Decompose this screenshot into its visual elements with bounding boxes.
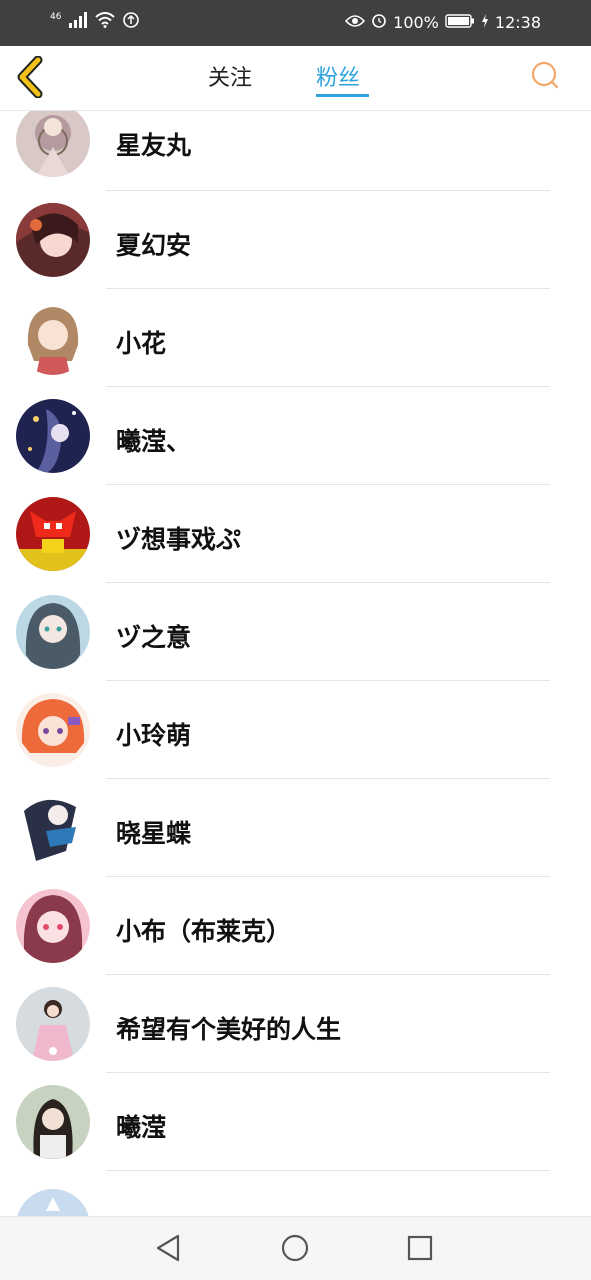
back-arrow-icon [17,55,43,99]
avatar [16,497,90,571]
avatar [16,1085,90,1159]
charging-icon [481,13,489,32]
list-item[interactable]: ヅ之意 [0,583,591,681]
avatar [16,791,90,865]
list-item[interactable] [0,1171,591,1216]
back-button[interactable] [14,55,48,99]
follower-name: 小布（布莱克） [116,917,292,946]
status-bar: 46 100% 12:38 [0,0,591,46]
search-icon [531,61,559,89]
avatar [16,111,90,177]
active-tab-indicator [316,94,369,97]
search-button[interactable] [528,59,562,93]
battery-icon [445,13,475,32]
avatar [16,889,90,963]
list-item[interactable]: 小布（布莱克） [0,877,591,975]
recents-square-icon [407,1235,433,1261]
follower-name: ヅ想事戏ぷ [116,525,242,554]
list-item[interactable]: 夏幻安 [0,191,591,289]
data-saver-icon [123,12,140,32]
avatar [16,301,90,375]
follower-name: 小花 [116,329,167,358]
tab-following[interactable]: 关注 [208,60,252,92]
status-right: 100% 12:38 [345,12,541,32]
list-item[interactable]: 曦滢 [0,1073,591,1171]
back-triangle-icon [156,1234,180,1262]
follower-name: 曦滢 [116,1113,167,1142]
network-type: 46 [50,12,62,22]
follower-name: 希望有个美好的人生 [116,1015,342,1044]
signal-icon [69,12,88,32]
follower-name: ヅ之意 [116,623,192,652]
nav-back-button[interactable] [152,1231,186,1265]
list-item[interactable]: 晓星蝶 [0,779,591,877]
list-item[interactable]: 曦滢、 [0,387,591,485]
app-screen: 46 100% 12:38 关注 粉丝 星友丸 夏幻安 小花 曦滢、 ヅ想事戏ぷ… [0,0,591,1280]
wifi-icon [95,12,116,32]
status-left: 46 [50,12,140,32]
nav-home-button[interactable] [278,1231,312,1265]
battery-percent: 100% [393,12,439,32]
follower-name: 晓星蝶 [116,819,192,848]
alarm-icon [371,12,387,32]
follower-name: 曦滢、 [116,427,192,456]
list-item[interactable]: 希望有个美好的人生 [0,975,591,1073]
list-item[interactable]: 小玲萌 [0,681,591,779]
avatar [16,693,90,767]
system-nav-bar [0,1216,591,1280]
avatar [16,1189,90,1216]
list-item[interactable]: 星友丸 [0,111,591,191]
list-item[interactable]: ヅ想事戏ぷ [0,485,591,583]
follower-name: 星友丸 [116,131,192,160]
avatar [16,399,90,473]
follower-name: 夏幻安 [116,231,192,260]
avatar [16,595,90,669]
top-header: 关注 粉丝 [0,46,591,111]
avatar [16,203,90,277]
follower-list[interactable]: 星友丸 夏幻安 小花 曦滢、 ヅ想事戏ぷ ヅ之意 小玲萌 晓星蝶 小布（布莱克）… [0,111,591,1216]
eye-icon [345,13,366,32]
clock: 12:38 [494,12,541,32]
avatar [16,987,90,1061]
home-circle-icon [281,1234,309,1262]
tab-followers[interactable]: 粉丝 [316,60,360,92]
list-item[interactable]: 小花 [0,289,591,387]
nav-recents-button[interactable] [403,1231,437,1265]
follower-name: 小玲萌 [116,721,192,750]
